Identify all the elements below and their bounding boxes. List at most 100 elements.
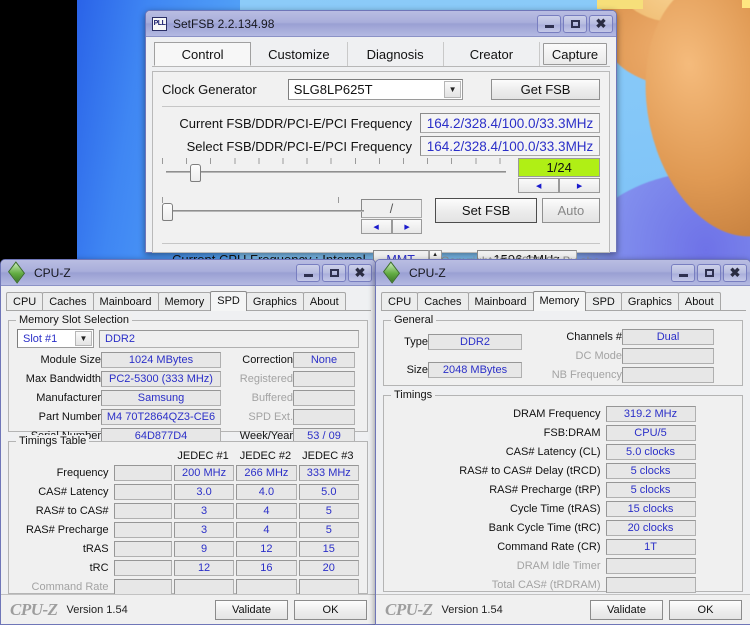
tab-cpu[interactable]: CPU	[381, 292, 419, 310]
frequency-jedec2: 266 MHz	[236, 465, 297, 481]
tab-control[interactable]: Control	[154, 42, 252, 66]
chevron-down-icon[interactable]: ▼	[444, 81, 462, 98]
ultra-stepper[interactable]: ◀ ▶	[360, 219, 423, 234]
cas-latency-value: 5.0 clocks	[605, 444, 696, 460]
ratio-badge: 1/24	[518, 158, 600, 177]
frequency-jedec3: 333 MHz	[298, 465, 359, 481]
wallpaper-accent-right	[742, 0, 750, 8]
module-type-field: DDR2	[99, 329, 359, 348]
minimize-button[interactable]	[296, 263, 320, 282]
tab-memory[interactable]: Memory	[532, 291, 587, 311]
close-icon: ✖	[595, 16, 607, 31]
ultra-increment-button[interactable]: ▶	[391, 219, 423, 234]
trc-default	[113, 560, 172, 576]
tab-customize[interactable]: Customize	[251, 42, 348, 66]
maximize-button[interactable]	[563, 14, 587, 33]
ratio-increment-button[interactable]: ▶	[559, 178, 600, 193]
maximize-button[interactable]	[322, 263, 346, 282]
cpuz-memory-titlebar[interactable]: CPU-Z ✖	[376, 260, 750, 286]
manufacturer-label: Manufacturer	[36, 392, 101, 404]
primary-slider-thumb[interactable]	[190, 164, 201, 182]
general-columns: Type DDR2 Size 2048 MBytes Channels # Du…	[392, 329, 734, 383]
tras-jedec1: 9	[173, 541, 235, 557]
ras-precharge-jedec2: 4	[236, 522, 297, 538]
tab-mainboard[interactable]: Mainboard	[92, 292, 159, 310]
capture-button[interactable]: Capture	[543, 43, 607, 65]
tras-jedec2: 12	[236, 541, 297, 557]
setfsb-window-controls: ✖	[537, 14, 613, 33]
validate-button[interactable]: Validate	[215, 599, 288, 620]
module-size-label: Module Size	[40, 354, 101, 366]
tab-about[interactable]: About	[677, 292, 721, 310]
tab-creator[interactable]: Creator	[443, 42, 540, 66]
ratio-stepper[interactable]: ◀ ▶	[518, 178, 600, 193]
slot-select[interactable]: Slot #1 ▼	[17, 329, 94, 348]
validate-button[interactable]: Validate	[590, 599, 663, 620]
maximize-button[interactable]	[697, 263, 721, 282]
tras-jedec3: 15	[298, 541, 359, 557]
tab-about[interactable]: About	[302, 292, 346, 310]
close-button[interactable]: ✖	[723, 263, 747, 282]
jedec1-header: JEDEC #1	[177, 450, 229, 462]
ratio-decrement-button[interactable]: ◀	[518, 178, 560, 193]
slot-details: Module Size 1024 MBytes Max Bandwidth PC…	[17, 352, 359, 444]
close-button[interactable]: ✖	[589, 14, 613, 33]
cpuz-spd-title: CPU-Z	[34, 265, 71, 280]
secondary-slider[interactable]	[162, 197, 364, 221]
tab-graphics[interactable]: Graphics	[245, 292, 304, 310]
chevron-down-icon[interactable]: ▼	[75, 331, 92, 346]
ok-button[interactable]: OK	[294, 599, 367, 620]
tab-caches[interactable]: Caches	[42, 292, 94, 310]
maximize-icon	[704, 268, 714, 277]
auto-button[interactable]: Auto	[541, 198, 600, 223]
divider-bottom	[162, 243, 600, 244]
tab-mainboard[interactable]: Mainboard	[467, 292, 534, 310]
memory-slot-selection-group: Memory Slot Selection Slot #1 ▼ DDR2 Mod…	[8, 314, 368, 444]
clock-generator-row: Clock Generator SLG8LP625T ▼ Get FSB	[162, 79, 600, 100]
cpuz-spd-body: CPU Caches Mainboard Memory SPD Graphics…	[1, 290, 375, 614]
ras-precharge-label: RAS# Precharge	[26, 524, 109, 536]
dram-idle-timer-value	[605, 558, 696, 574]
setfsb-tabstrip: Control Customize Diagnosis Creator Capt…	[152, 42, 610, 67]
max-bandwidth-value: PC2-5300 (333 MHz)	[101, 371, 221, 387]
secondary-slider-thumb[interactable]	[162, 203, 173, 221]
ultra-decrement-button[interactable]: ◀	[360, 219, 392, 234]
table-row: tRAS 9 12 15	[17, 541, 359, 557]
tab-graphics[interactable]: Graphics	[620, 292, 679, 310]
tab-spd[interactable]: SPD	[210, 291, 247, 311]
tab-memory[interactable]: Memory	[157, 292, 212, 310]
clock-generator-label: Clock Generator	[162, 82, 257, 97]
setfsb-control-panel: Clock Generator SLG8LP625T ▼ Get FSB Cur…	[152, 71, 610, 269]
fsb-dram-label: FSB:DRAM	[543, 427, 601, 439]
minimize-icon	[544, 24, 554, 28]
spd-ext-label: SPD Ext.	[248, 411, 293, 423]
trc-value: 20 clocks	[605, 520, 696, 536]
frequency-default	[113, 465, 172, 481]
set-fsb-button[interactable]: Set FSB	[435, 198, 537, 223]
cpuz-spd-titlebar[interactable]: CPU-Z ✖	[1, 260, 375, 286]
cpuz-memory-tabstrip: CPU Caches Mainboard Memory SPD Graphics…	[381, 290, 746, 311]
tab-diagnosis[interactable]: Diagnosis	[347, 42, 444, 66]
ultra-field-group: / ◀ ▶	[360, 199, 423, 234]
cpuz-logo-icon	[382, 261, 401, 284]
table-row: RAS# Precharge 3 4 5	[17, 522, 359, 538]
frequency-jedec1: 200 MHz	[173, 465, 235, 481]
tab-spd[interactable]: SPD	[585, 292, 622, 310]
tab-cpu[interactable]: CPU	[6, 292, 44, 310]
ok-button[interactable]: OK	[669, 599, 742, 620]
minimize-button[interactable]	[671, 263, 695, 282]
memory-timings-fields: DRAM Frequency 319.2 MHz FSB:DRAM CPU/5 …	[392, 406, 734, 612]
tab-caches[interactable]: Caches	[417, 292, 469, 310]
cas-latency-label: CAS# Latency	[38, 486, 109, 498]
clock-generator-select[interactable]: SLG8LP625T ▼	[287, 79, 464, 100]
minimize-button[interactable]	[537, 14, 561, 33]
minimize-icon	[678, 273, 688, 277]
desktop: PLL SetFSB 2.2.134.98 ✖ Control Customiz…	[0, 0, 750, 625]
buffered-label: Buffered	[251, 392, 293, 404]
select-frequency-value: 164.2/328.4/100.0/33.3MHz	[420, 136, 600, 156]
setfsb-titlebar[interactable]: PLL SetFSB 2.2.134.98 ✖	[146, 11, 616, 37]
get-fsb-button[interactable]: Get FSB	[491, 79, 600, 100]
close-button[interactable]: ✖	[348, 263, 372, 282]
primary-slider[interactable]	[162, 158, 517, 182]
command-rate-value: 1T	[605, 539, 696, 555]
